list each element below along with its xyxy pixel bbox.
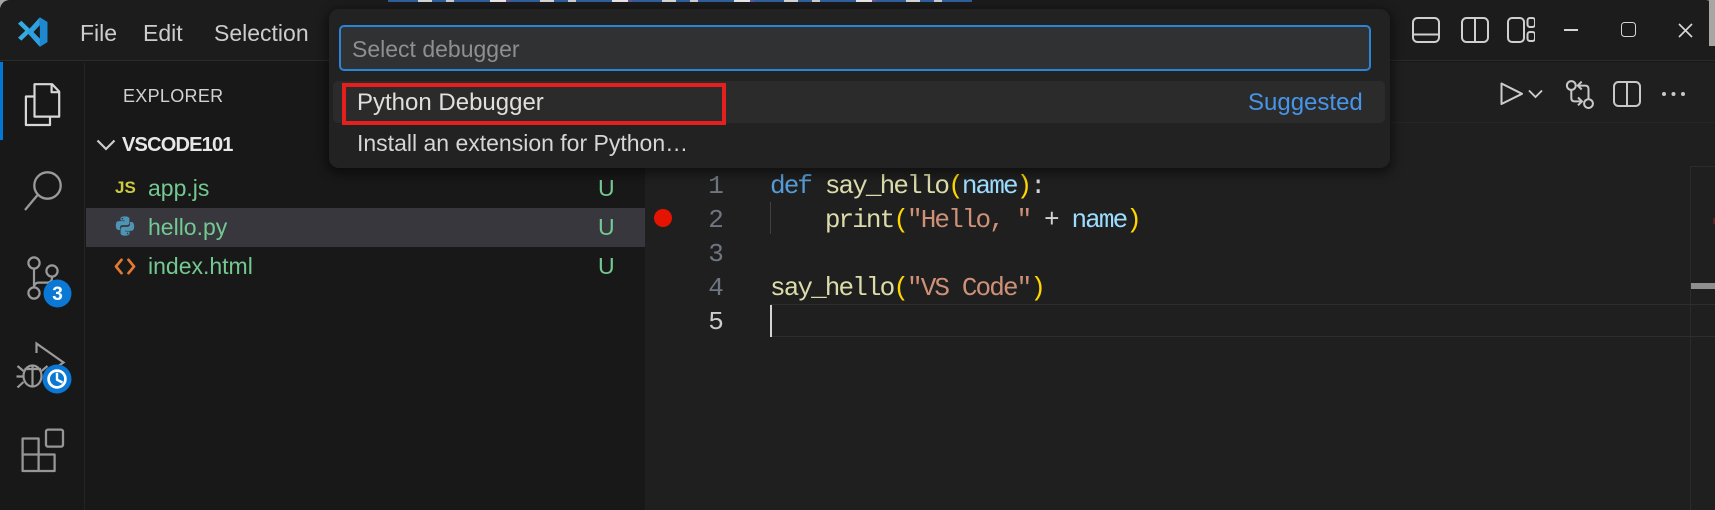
- svg-text:3: 3: [52, 284, 63, 305]
